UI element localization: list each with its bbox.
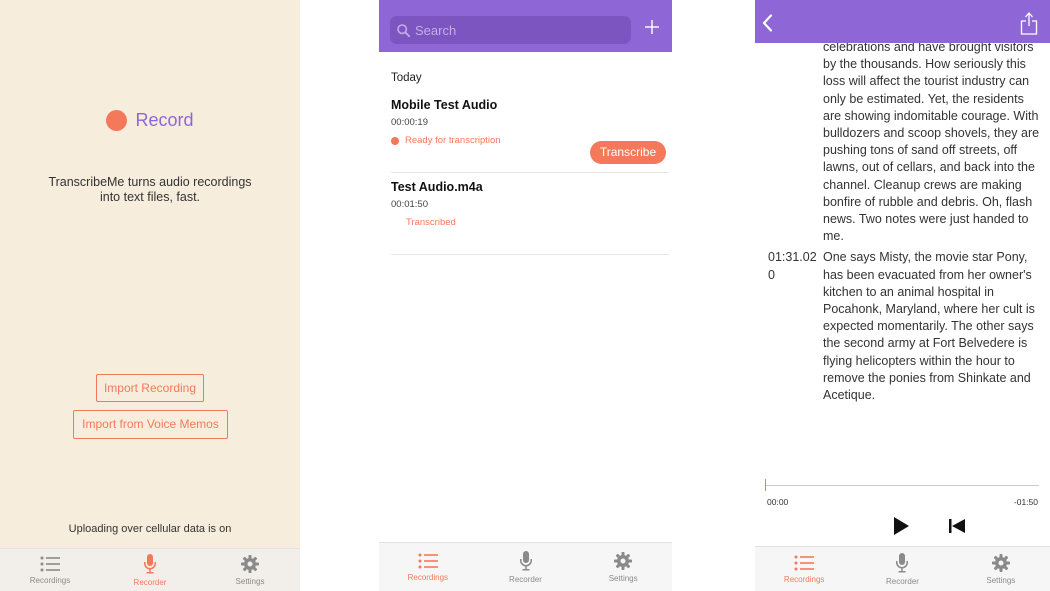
recordings-screen: Search Today Mobile Test Audio 00:00:19 … xyxy=(379,0,672,591)
tagline: TranscribeMe turns audio recordings into… xyxy=(0,175,300,205)
tagline-line-1: TranscribeMe turns audio recordings xyxy=(48,175,252,189)
tab-bar: Recordings Recorder Settings xyxy=(379,542,672,591)
remaining-time: -01:50 xyxy=(1013,497,1038,507)
gear-icon xyxy=(241,554,259,573)
tab-recordings[interactable]: Recordings xyxy=(755,547,853,591)
scrubber-handle[interactable] xyxy=(765,479,766,491)
add-recording-button[interactable] xyxy=(644,17,660,39)
recording-title: Test Audio.m4a xyxy=(391,180,483,194)
search-input[interactable]: Search xyxy=(390,16,631,44)
search-icon xyxy=(397,23,410,37)
recordings-header: Search xyxy=(379,0,672,52)
list-icon xyxy=(794,555,815,570)
transcript-screen: celebrations and have brought visitors b… xyxy=(755,0,1050,591)
tab-settings-label: Settings xyxy=(608,573,638,583)
plus-icon xyxy=(645,20,659,34)
list-item[interactable]: Test Audio.m4a 00:01:50 Transcribed xyxy=(391,180,669,255)
record-button[interactable]: Record xyxy=(0,110,300,131)
tab-settings[interactable]: Settings xyxy=(200,549,300,591)
recording-status: Transcribed xyxy=(391,217,669,228)
recording-title: Mobile Test Audio xyxy=(391,98,498,112)
tab-recorder-label: Recorder xyxy=(133,577,167,587)
share-button[interactable] xyxy=(1020,11,1038,40)
record-dot-icon xyxy=(106,110,128,131)
microphone-icon xyxy=(144,553,156,573)
list-icon xyxy=(40,556,60,571)
elapsed-time: 00:00 xyxy=(767,497,789,507)
skip-back-icon xyxy=(949,519,965,533)
import-voice-memos-button[interactable]: Import from Voice Memos xyxy=(73,410,228,439)
search-placeholder: Search xyxy=(415,22,457,38)
cellular-upload-note: Uploading over cellular data is on xyxy=(68,523,232,535)
tab-recorder[interactable]: Recorder xyxy=(100,549,200,591)
gear-icon xyxy=(614,551,633,570)
play-icon xyxy=(894,517,909,535)
tab-settings[interactable]: Settings xyxy=(952,547,1050,591)
segment-timestamp xyxy=(755,39,823,245)
tab-recordings-label: Recordings xyxy=(407,572,449,582)
tab-settings-label: Settings xyxy=(986,575,1016,585)
tab-recorder-label: Recorder xyxy=(886,576,919,586)
tab-recordings-label: Recordings xyxy=(783,574,825,584)
recorder-screen: Record TranscribeMe turns audio recordin… xyxy=(0,0,300,591)
transcript-segment: celebrations and have brought visitors b… xyxy=(755,39,1050,245)
tagline-line-2: into text files, fast. xyxy=(99,190,201,204)
tab-recordings-label: Recordings xyxy=(29,575,71,585)
import-recording-button[interactable]: Import Recording xyxy=(96,374,204,402)
tab-recordings[interactable]: Recordings xyxy=(379,543,477,591)
tab-bar: Recordings Recorder Settings xyxy=(755,546,1050,591)
transcript-header xyxy=(755,0,1050,43)
list-icon xyxy=(418,553,438,568)
transcript-segment: 01:31.020 One says Misty, the movie star… xyxy=(755,249,1050,404)
microphone-icon xyxy=(519,550,532,570)
section-title: Today xyxy=(391,72,422,84)
tab-recorder[interactable]: Recorder xyxy=(853,547,951,591)
play-button[interactable] xyxy=(893,517,909,540)
segment-text: celebrations and have brought visitors b… xyxy=(823,40,1040,244)
transcript-body[interactable]: celebrations and have brought visitors b… xyxy=(755,39,1050,404)
gear-icon xyxy=(991,553,1010,572)
tab-settings-label: Settings xyxy=(235,576,265,586)
recording-duration: 00:00:19 xyxy=(391,117,428,128)
recording-duration: 00:01:50 xyxy=(391,199,428,210)
recording-status-text: Transcribed xyxy=(406,217,456,228)
segment-timestamp: 01:31.020 xyxy=(768,250,817,282)
chevron-left-icon xyxy=(762,14,773,32)
back-button[interactable] xyxy=(762,14,773,37)
tab-bar: Recordings Recorder Settings xyxy=(0,548,300,591)
segment-text: One says Misty, the movie star Pony, has… xyxy=(823,250,1035,403)
transcribe-button[interactable]: Transcribe xyxy=(590,141,666,164)
microphone-icon xyxy=(896,552,909,572)
tab-settings[interactable]: Settings xyxy=(574,543,672,591)
share-icon xyxy=(1020,12,1038,35)
record-label: Record xyxy=(135,110,194,130)
tab-recorder[interactable]: Recorder xyxy=(477,543,575,591)
skip-back-button[interactable] xyxy=(949,519,965,538)
status-dot-icon xyxy=(391,136,399,145)
tab-recordings[interactable]: Recordings xyxy=(0,549,100,591)
recording-status-text: Ready for transcription xyxy=(405,135,501,146)
tab-recorder-label: Recorder xyxy=(509,574,542,584)
playback-scrubber[interactable] xyxy=(766,485,1039,486)
list-item[interactable]: Mobile Test Audio 00:00:19 Ready for tra… xyxy=(391,98,669,173)
